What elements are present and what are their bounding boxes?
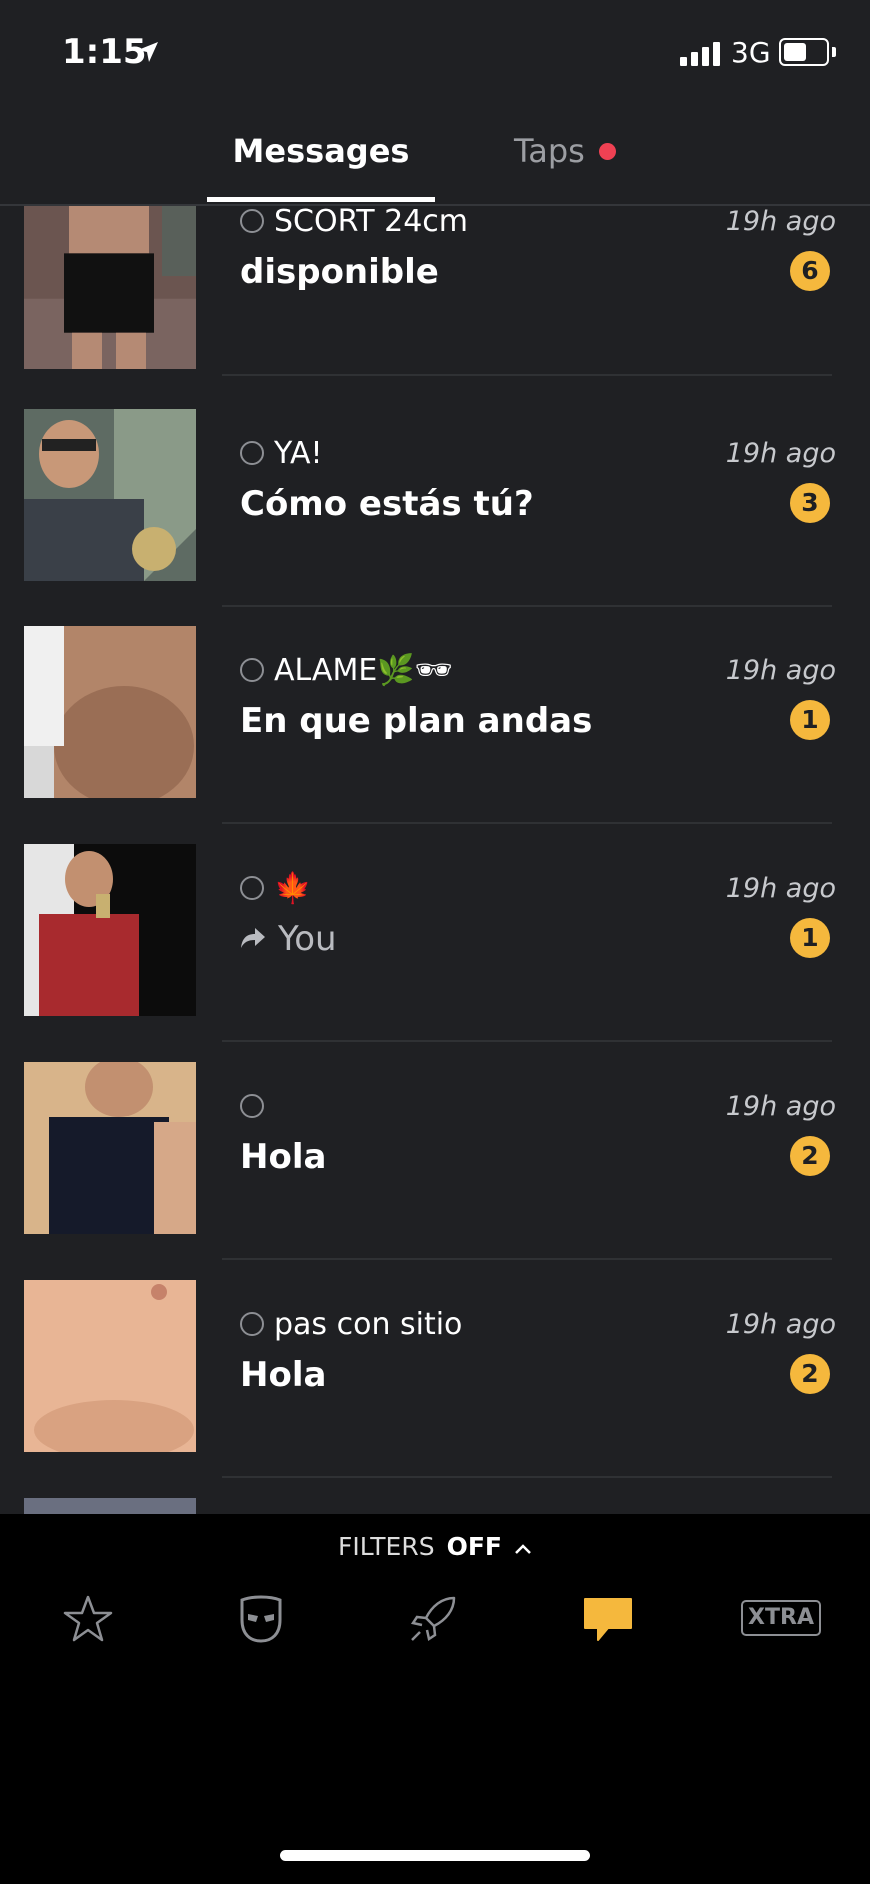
unread-count-badge: 1 [790,918,830,958]
profile-photo[interactable] [24,1498,196,1514]
profile-photo[interactable] [24,409,196,581]
tab-taps[interactable]: Taps [514,132,616,170]
online-status-icon [240,1094,264,1118]
conversation-message: You [278,919,337,959]
conversation-name: ALAME🌿🕶 [274,653,453,688]
taps-notification-dot [598,142,616,160]
unread-count-badge: 3 [790,483,830,523]
conversation-time: 19h ago [725,438,836,469]
profile-photo[interactable] [24,1062,196,1234]
network-type: 3G [731,36,771,69]
conversation-row[interactable]: pas con sitio Hola 19h ago 2 [0,1280,870,1498]
row-divider [222,374,832,376]
unread-count-badge: 2 [790,1136,830,1176]
conversation-name: YA! [274,436,323,471]
tab-messages-label: Messages [232,132,410,170]
conversation-message: En que plan andas [240,701,593,741]
conversation-time: 19h ago [725,1309,836,1340]
profile-photo[interactable] [24,1280,196,1452]
online-status-icon [240,441,264,465]
profile-photo[interactable] [24,206,196,369]
unread-count-badge: 6 [790,251,830,291]
conversation-row[interactable]: ALAME🌿🕶 En que plan andas 19h ago 1 [0,626,870,844]
bottom-bar: FILTERS OFF XTRA [0,1514,870,1884]
profile-photo[interactable] [24,844,196,1016]
online-status-icon [240,658,264,682]
status-bar: 1:15 3G [0,0,870,110]
star-icon[interactable] [62,1594,114,1644]
unread-count-badge: 1 [790,700,830,740]
chat-icon[interactable] [582,1596,634,1642]
filters-label: FILTERS [338,1532,435,1561]
signal-bars-icon [680,42,720,66]
conversation-message: Hola [240,1137,327,1177]
chevron-up-icon [515,1544,531,1554]
battery-icon [779,38,836,66]
conversation-row[interactable]: YA! Cómo estás tú? 19h ago 3 [0,409,870,627]
tab-messages[interactable]: Messages [207,132,435,204]
tab-taps-label: Taps [514,132,585,170]
xtra-label: XTRA [748,1605,814,1630]
row-divider [222,1040,832,1042]
profile-photo[interactable] [24,626,196,798]
conversation-message: Hola [240,1355,327,1395]
mask-icon[interactable] [236,1594,286,1644]
row-divider [222,1258,832,1260]
home-indicator [280,1850,590,1861]
unread-count-badge: 2 [790,1354,830,1394]
conversation-row[interactable]: Hola 19h ago 2 [0,1062,870,1280]
battery-tip [832,47,836,57]
online-status-icon [240,1312,264,1336]
row-divider [222,605,832,607]
filters-toggle[interactable]: FILTERS OFF [0,1532,870,1561]
conversation-row[interactable]: SCORT 24cm disponible 19h ago 6 [0,206,870,415]
reply-arrow-icon [241,928,265,948]
online-status-icon [240,209,264,233]
xtra-button[interactable]: XTRA [741,1600,821,1636]
conversation-message: Cómo estás tú? [240,484,534,524]
conversation-message: disponible [240,252,439,292]
active-tab-indicator [207,197,435,202]
conversation-name: pas con sitio [274,1307,463,1342]
conversation-time: 19h ago [725,655,836,686]
row-divider [222,1476,832,1478]
online-status-icon [240,876,264,900]
battery-level [784,43,806,61]
conversation-name: 🍁 [274,871,312,906]
location-arrow-icon [138,42,158,62]
tab-bar: Messages Taps [0,110,870,206]
conversation-list[interactable]: SCORT 24cm disponible 19h ago 6 YA! Cómo… [0,206,870,1514]
conversation-time: 19h ago [725,873,836,904]
row-divider [222,822,832,824]
filters-state: OFF [446,1532,502,1561]
conversation-row[interactable]: 🍁 You 19h ago 1 [0,844,870,1062]
conversation-time: 19h ago [725,1091,836,1122]
status-time: 1:15 [62,32,147,72]
rocket-icon[interactable] [408,1594,458,1644]
conversation-name: SCORT 24cm [274,206,469,239]
conversation-time: 19h ago [725,206,836,237]
